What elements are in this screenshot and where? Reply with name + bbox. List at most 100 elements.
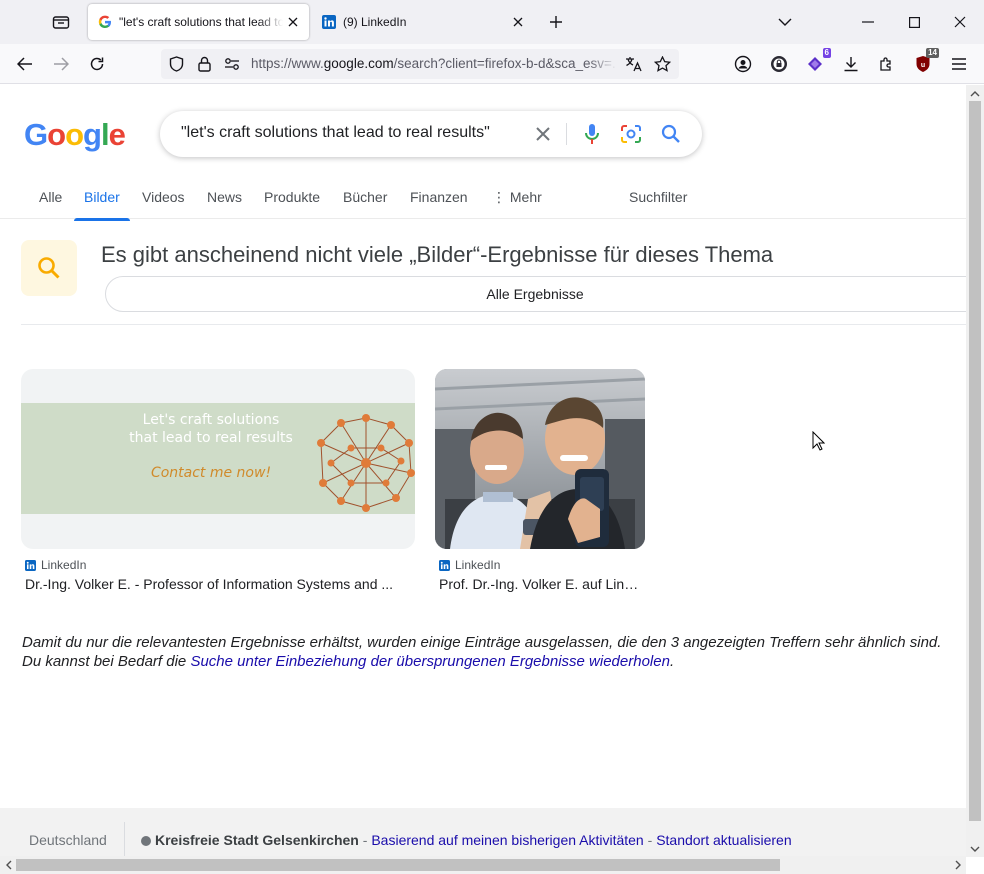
extensions-icon[interactable] bbox=[875, 52, 899, 76]
divider bbox=[21, 324, 966, 325]
horizontal-scrollbar[interactable] bbox=[0, 856, 966, 874]
scrollbar-thumb[interactable] bbox=[16, 859, 780, 871]
url-host: google.com bbox=[323, 56, 394, 71]
logo-letter: l bbox=[100, 117, 110, 152]
close-tab-icon[interactable] bbox=[508, 12, 528, 32]
banner-headline: Let's craft solutions that lead to real … bbox=[111, 411, 311, 447]
result-title[interactable]: Dr.-Ing. Volker E. - Professor of Inform… bbox=[21, 576, 415, 592]
url-prefix: https://www. bbox=[251, 56, 324, 71]
search-filter-button[interactable]: Suchfilter bbox=[629, 189, 687, 219]
tab-finanzen[interactable]: Finanzen bbox=[410, 189, 468, 219]
browser-tab-linkedin[interactable]: (9) LinkedIn bbox=[312, 4, 534, 40]
new-tab-plus-icon[interactable] bbox=[544, 10, 568, 34]
logo-letter: g bbox=[83, 117, 102, 152]
result-source: LinkedIn bbox=[21, 558, 415, 572]
chevron-down-icon[interactable] bbox=[770, 8, 800, 36]
footer-location: Kreisfreie Stadt Gelsenkirchen - Basiere… bbox=[141, 832, 792, 848]
repeat-search-link[interactable]: Suche unter Einbeziehung der übersprunge… bbox=[190, 653, 670, 670]
banner-image: Let's craft solutions that lead to real … bbox=[21, 403, 415, 514]
mouse-cursor-icon bbox=[812, 430, 826, 456]
linkedin-icon bbox=[25, 559, 36, 571]
notice-title: Es gibt anscheinend nicht viele „Bilder“… bbox=[101, 242, 774, 267]
lock-icon[interactable] bbox=[195, 55, 213, 73]
url-path: /search?client=firefox-b-d&sca_esv=... bbox=[393, 56, 617, 71]
omitted-text: Damit du nur die relevantesten Ergebniss… bbox=[22, 634, 942, 651]
svg-text:u: u bbox=[921, 62, 925, 69]
result-source-name: LinkedIn bbox=[41, 558, 87, 572]
search-query-text[interactable]: "let's craft solutions that lead to real… bbox=[181, 124, 490, 142]
account-icon[interactable] bbox=[731, 52, 755, 76]
linkedin-icon bbox=[321, 14, 337, 30]
tab-produkte[interactable]: Produkte bbox=[264, 189, 320, 219]
page-footer: Deutschland Kreisfreie Stadt Gelsenkirch… bbox=[0, 808, 966, 857]
page-content: Google "let's craft solutions that lead … bbox=[0, 85, 966, 857]
clear-search-icon[interactable] bbox=[531, 122, 555, 146]
minimize-icon[interactable] bbox=[853, 8, 883, 36]
google-icon bbox=[97, 14, 113, 30]
bookmark-extension-icon[interactable]: 6 bbox=[803, 48, 831, 76]
reload-icon[interactable] bbox=[85, 52, 109, 76]
tab-title: (9) LinkedIn bbox=[343, 15, 407, 29]
result-title[interactable]: Prof. Dr.-Ing. Volker E. auf LinkedIn: .… bbox=[435, 576, 645, 592]
url-bar[interactable]: https://www.google.com/search?client=fir… bbox=[161, 49, 679, 79]
search-icon[interactable] bbox=[659, 122, 683, 146]
result-source: LinkedIn bbox=[435, 558, 645, 572]
ublock-icon[interactable]: u 14 bbox=[911, 48, 939, 76]
lens-camera-icon[interactable] bbox=[619, 122, 643, 146]
permissions-icon[interactable] bbox=[223, 55, 241, 73]
brain-network-illustration bbox=[317, 414, 415, 512]
browser-nav-bar: https://www.google.com/search?client=fir… bbox=[0, 44, 984, 84]
close-tab-icon[interactable] bbox=[283, 12, 303, 32]
image-result-card[interactable]: Let's craft solutions that lead to real … bbox=[21, 369, 415, 592]
logo-letter: o bbox=[47, 117, 66, 152]
tab-list-icon[interactable] bbox=[48, 10, 74, 34]
tab-title: "let's craft solutions that lead to real… bbox=[119, 15, 283, 29]
downloads-icon[interactable] bbox=[839, 52, 863, 76]
logo-letter: e bbox=[108, 117, 126, 152]
browser-tab-bar: "let's craft solutions that lead to real… bbox=[0, 0, 984, 44]
linkedin-icon bbox=[439, 559, 450, 571]
translate-icon[interactable] bbox=[625, 55, 643, 73]
scroll-down-icon[interactable] bbox=[967, 841, 983, 857]
location-dot-icon bbox=[141, 836, 151, 846]
scroll-right-icon[interactable] bbox=[950, 857, 966, 873]
privacy-extension-icon[interactable] bbox=[767, 52, 791, 76]
search-input[interactable]: "let's craft solutions that lead to real… bbox=[160, 111, 702, 157]
tab-news[interactable]: News bbox=[207, 189, 242, 219]
search-icon bbox=[21, 240, 77, 296]
microphone-icon[interactable] bbox=[580, 122, 604, 146]
update-location-link[interactable]: Standort aktualisieren bbox=[656, 832, 791, 848]
bookmark-star-icon[interactable] bbox=[653, 55, 671, 73]
scrollbar-thumb[interactable] bbox=[969, 101, 981, 821]
tab-mehr[interactable]: ⋮ Mehr bbox=[492, 189, 542, 219]
tab-buecher[interactable]: Bücher bbox=[343, 189, 387, 219]
extension-badge: 6 bbox=[822, 48, 831, 58]
scroll-up-icon[interactable] bbox=[967, 85, 983, 101]
browser-tab-google[interactable]: "let's craft solutions that lead to real… bbox=[88, 4, 309, 40]
footer-country: Deutschland bbox=[29, 832, 107, 848]
vertical-scrollbar[interactable] bbox=[966, 85, 984, 857]
close-window-icon[interactable] bbox=[945, 8, 975, 36]
result-source-name: LinkedIn bbox=[455, 558, 501, 572]
result-image[interactable]: Let's craft solutions that lead to real … bbox=[21, 369, 415, 549]
result-image[interactable] bbox=[435, 369, 645, 549]
scroll-left-icon[interactable] bbox=[0, 857, 16, 873]
google-logo[interactable]: Google bbox=[24, 117, 126, 153]
omitted-prefix: Du kannst bei Bedarf die bbox=[22, 653, 191, 670]
search-type-tabs: Alle Bilder Videos News Produkte Bücher … bbox=[0, 185, 966, 221]
tab-videos[interactable]: Videos bbox=[142, 189, 185, 219]
url-text[interactable]: https://www.google.com/search?client=fir… bbox=[251, 56, 617, 71]
omitted-text: Du kannst bei Bedarf die Suche unter Ein… bbox=[22, 652, 941, 671]
maximize-icon[interactable] bbox=[899, 8, 929, 36]
extension-badge: 14 bbox=[926, 48, 939, 58]
menu-icon[interactable] bbox=[947, 52, 971, 76]
omitted-results-notice: Damit du nur die relevantesten Ergebniss… bbox=[22, 633, 941, 671]
back-arrow-icon[interactable] bbox=[13, 52, 37, 76]
tab-bilder[interactable]: Bilder bbox=[74, 189, 130, 221]
tracking-shield-icon[interactable] bbox=[167, 55, 185, 73]
all-results-button[interactable]: Alle Ergebnisse bbox=[105, 276, 966, 312]
tab-alle[interactable]: Alle bbox=[39, 189, 62, 219]
based-on-activity-link[interactable]: Basierend auf meinen bisherigen Aktivitä… bbox=[371, 832, 643, 848]
image-result-card[interactable]: LinkedIn Prof. Dr.-Ing. Volker E. auf Li… bbox=[435, 369, 645, 592]
forward-arrow-icon[interactable] bbox=[49, 52, 73, 76]
